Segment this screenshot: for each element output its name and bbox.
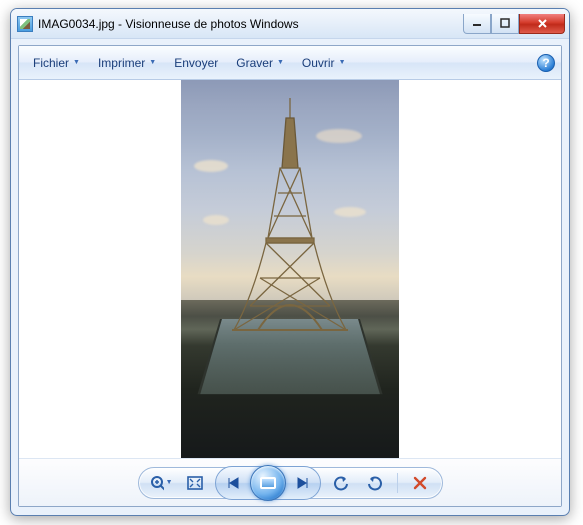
window-controls <box>463 14 565 34</box>
fit-window-button[interactable] <box>183 471 207 495</box>
rotate-cw-button[interactable] <box>363 471 387 495</box>
menu-send[interactable]: Envoyer <box>166 53 226 73</box>
toolbar-pill: ▼ <box>138 467 443 499</box>
photo-viewport[interactable] <box>19 80 561 458</box>
chevron-down-icon: ▼ <box>277 59 284 66</box>
bottom-toolbar: ▼ <box>19 458 561 506</box>
menu-print[interactable]: Imprimer ▼ <box>90 53 164 73</box>
close-button[interactable] <box>519 14 565 34</box>
menu-open-label: Ouvrir <box>302 56 335 70</box>
help-button[interactable]: ? <box>537 54 555 72</box>
minimize-button[interactable] <box>463 14 491 34</box>
previous-button[interactable] <box>220 470 246 496</box>
menu-file[interactable]: Fichier ▼ <box>25 53 88 73</box>
menu-send-label: Envoyer <box>174 56 218 70</box>
menu-burn-label: Graver <box>236 56 273 70</box>
next-button[interactable] <box>290 470 316 496</box>
window-title: IMAG0034.jpg - Visionneuse de photos Win… <box>38 17 463 31</box>
chevron-down-icon: ▼ <box>149 59 156 66</box>
slideshow-icon <box>260 477 276 489</box>
menu-burn[interactable]: Graver ▼ <box>228 53 292 73</box>
app-icon <box>17 16 33 32</box>
delete-button[interactable] <box>408 471 432 495</box>
nav-cluster <box>215 466 321 500</box>
zoom-button[interactable]: ▼ <box>149 471 173 495</box>
help-icon: ? <box>542 56 549 70</box>
menu-file-label: Fichier <box>33 56 69 70</box>
menu-print-label: Imprimer <box>98 56 145 70</box>
chevron-down-icon: ▼ <box>166 479 173 486</box>
rotate-ccw-button[interactable] <box>329 471 353 495</box>
menu-open[interactable]: Ouvrir ▼ <box>294 53 354 73</box>
eiffel-tower-icon <box>289 98 291 331</box>
client-area: Fichier ▼ Imprimer ▼ Envoyer Graver ▼ Ou… <box>18 45 562 507</box>
app-window: IMAG0034.jpg - Visionneuse de photos Win… <box>10 8 570 516</box>
menubar: Fichier ▼ Imprimer ▼ Envoyer Graver ▼ Ou… <box>19 46 561 80</box>
photo <box>181 80 399 458</box>
titlebar[interactable]: IMAG0034.jpg - Visionneuse de photos Win… <box>11 9 569 39</box>
separator <box>397 473 398 493</box>
chevron-down-icon: ▼ <box>339 59 346 66</box>
chevron-down-icon: ▼ <box>73 59 80 66</box>
maximize-button[interactable] <box>491 14 519 34</box>
slideshow-button[interactable] <box>250 465 286 501</box>
